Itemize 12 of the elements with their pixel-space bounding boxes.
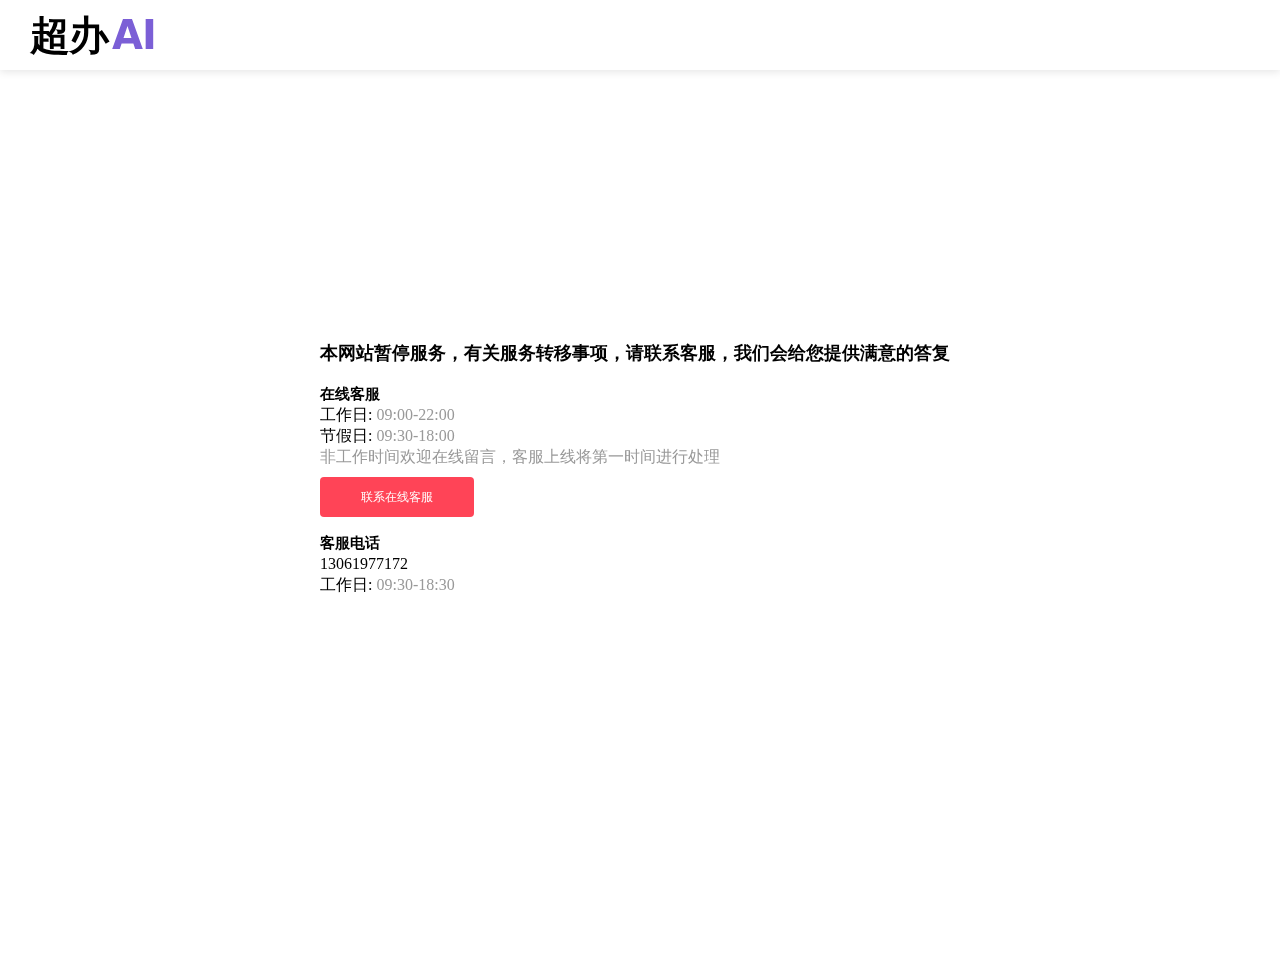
hours-value: 09:00-22:00 <box>376 405 455 425</box>
section-heading: 在线客服 <box>320 384 381 404</box>
notice-title: 本网站暂停服务，有关服务转移事项，请联系客服，我们会给您提供满意的答复 <box>320 341 951 365</box>
hours-value: 09:30-18:30 <box>376 575 455 595</box>
hours-label: 节假日: <box>320 426 373 446</box>
hours-label: 工作日: <box>320 575 373 595</box>
note-text: 非工作时间欢迎在线留言，客服上线将第一时间进行处理 <box>320 447 721 467</box>
hours-value: 09:30-18:00 <box>376 426 455 446</box>
hours-label: 工作日: <box>320 405 373 425</box>
section-heading: 客服电话 <box>320 533 381 553</box>
phone-number: 13061977172 <box>320 554 409 574</box>
logo[interactable]: 超办AI <box>30 11 156 59</box>
